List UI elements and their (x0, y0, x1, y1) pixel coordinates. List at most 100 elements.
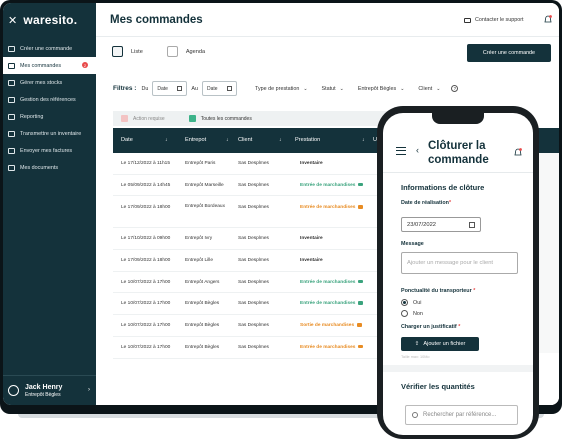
cell-warehouse-text: Entrepôt Ivry (185, 236, 213, 242)
cell-prestation: Entrée de marchandises (300, 301, 364, 306)
sidebar-item-inventory[interactable]: Transmettre un inventaire (3, 125, 96, 142)
reference-search-input[interactable]: Rechercher par référence... (405, 405, 518, 425)
filter-prestation-type[interactable]: Type de prestation ⌄ (255, 86, 308, 92)
menu-icon[interactable] (396, 147, 406, 155)
cell-client-text: Sas Desplmes (238, 182, 269, 188)
column-header-warehouse[interactable]: Entrepot (185, 137, 206, 143)
cell-prestation-text: Sortie de marchandises (300, 323, 355, 329)
cell-client: Sas Desplmes (238, 205, 269, 210)
cell-client: Sas Desplmes (238, 301, 269, 306)
cell-date-text: Le 17/12/2022 à 11h15 (121, 161, 170, 166)
cell-warehouse: Entrepôt Bègles (185, 323, 219, 328)
cell-date: Le 17/09/2022 à 18h00 (121, 258, 170, 263)
date-from-input[interactable]: Date (152, 81, 188, 96)
cell-date: Le 17/09/2022 à 18h00 (121, 205, 170, 210)
upload-icon (8, 130, 15, 137)
sidebar-item-create-order[interactable]: Créer une commande (3, 40, 96, 57)
truck-icon (358, 301, 364, 305)
radio-yes[interactable]: Oui (401, 299, 421, 306)
truck-icon (358, 205, 364, 209)
section-title-verify-quantities: Vérifier les quantités (401, 382, 475, 391)
cell-warehouse-text: Entrepôt Marseille (185, 182, 224, 188)
support-link[interactable]: Contacter le support (464, 17, 524, 23)
tab-action-required[interactable]: Action requise (121, 115, 165, 122)
sidebar-item-reporting[interactable]: Reporting (3, 108, 96, 125)
tag-icon (8, 96, 15, 103)
sidebar-item-my-orders[interactable]: Mes commandes 2 (3, 57, 96, 74)
table-row[interactable]: Le 17/12/2022 à 11h15 Entrepôt Paris Sas D… (113, 153, 413, 175)
cell-date: Le 10/07/2022 à 17h00 (121, 323, 170, 328)
cell-prestation: Inventaire (300, 236, 323, 241)
date-field-label: Date de réalisation* (401, 200, 452, 206)
view-agenda[interactable]: Agenda (166, 46, 205, 57)
section-title-closing-info: Informations de clôture (401, 183, 485, 192)
dropdown-label: Statut (321, 85, 336, 92)
truck-icon (358, 344, 364, 349)
tab-label: Toutes les commandes (200, 115, 252, 122)
table-row[interactable]: Le 10/07/2022 à 17h00 Entrepôt Angers Sas … (113, 272, 413, 294)
completion-date-input[interactable]: 23/07/2022 (401, 217, 481, 232)
dropdown-label: Client (418, 85, 433, 92)
close-icon[interactable]: ✕ (8, 14, 17, 27)
sidebar-item-invoices[interactable]: Envoyer mes factures (3, 142, 96, 159)
view-list[interactable]: Liste (112, 46, 143, 57)
cell-prestation: Entrée de marchandises (300, 344, 364, 350)
sidebar-item-references[interactable]: Gestion des références (3, 91, 96, 108)
cell-client-text: Sas Desplmes (238, 344, 269, 350)
table-row[interactable]: Le 17/09/2022 à 18h00 Entrepôt Bordeaux Sa… (113, 196, 413, 229)
back-icon[interactable]: ‹ (416, 145, 419, 155)
table-row[interactable]: Le 10/07/2022 à 17h00 Entrepôt Bègles Sas … (113, 337, 413, 359)
cell-prestation-text: Entrée de marchandises (300, 182, 356, 188)
sort-arrow-icon[interactable]: ↓ (226, 137, 229, 143)
tab-all-orders[interactable]: Toutes les commandes (188, 115, 252, 122)
sort-arrow-icon[interactable]: ↓ (362, 137, 365, 143)
sort-arrow-icon[interactable]: ↓ (279, 137, 282, 143)
bell-icon[interactable] (514, 148, 522, 157)
column-header-prestation[interactable]: Prestation (295, 137, 320, 143)
chevron-down-icon: ⌄ (436, 85, 441, 92)
cell-prestation: Entrée de marchandises (300, 182, 364, 188)
file-label-text: Charger un justificatif (401, 324, 457, 330)
table-row[interactable]: Le 17/09/2022 à 18h00 Entrepôt Lille Sas D… (113, 250, 413, 272)
create-order-button[interactable]: Créer une commande (467, 44, 551, 62)
sort-arrow-icon[interactable]: ↓ (165, 137, 168, 143)
cell-client: Sas Desplmes (238, 183, 269, 188)
calendar-icon (469, 221, 475, 228)
cell-client-text: Sas Desplmes (238, 236, 269, 242)
filter-warehouse[interactable]: Entrepôt Bègles ⌄ (358, 86, 405, 92)
order-tabs: Action requise Toutes les commandes (113, 111, 423, 126)
chat-icon (464, 17, 471, 23)
cell-prestation-text: Entrée de marchandises (300, 205, 356, 211)
table-row[interactable]: Le 10/07/2022 à 17h00 Entrepôt Bègles Sas … (113, 315, 413, 337)
upload-hint: Taille max: 10Mo (401, 355, 430, 359)
date-to-input[interactable]: Date (201, 81, 237, 96)
table-row[interactable]: Le 05/09/2022 à 14h45 Entrepôt Marseille S… (113, 175, 413, 197)
column-header-date[interactable]: Date (121, 137, 133, 143)
cell-prestation-text: Inventaire (300, 258, 323, 264)
date-value: 23/07/2022 (407, 221, 437, 228)
user-profile[interactable]: Jack Henry Entrepôt Bègles › (3, 375, 96, 405)
add-file-button[interactable]: ⇪ Ajouter un fichier (401, 337, 479, 351)
orders-table-body: Le 17/12/2022 à 11h15 Entrepôt Paris Sas D… (113, 153, 413, 359)
tab-label: Action requise (133, 115, 165, 122)
help-icon[interactable]: ? (451, 85, 459, 92)
filter-client[interactable]: Client ⌄ (418, 86, 440, 92)
sidebar-item-documents[interactable]: Mes documents (3, 159, 96, 176)
calendar-icon (226, 86, 232, 91)
cell-warehouse: Entrepôt Paris (185, 161, 215, 166)
dropdown-label: Entrepôt Bègles (357, 85, 397, 92)
radio-no[interactable]: Non (401, 310, 423, 317)
warning-icon (121, 115, 128, 122)
filter-status[interactable]: Statut ⌄ (322, 86, 344, 92)
bell-icon[interactable] (544, 15, 552, 24)
avatar (8, 385, 19, 396)
column-header-client[interactable]: Client (238, 137, 252, 143)
table-row[interactable]: Le 10/07/2022 à 17h00 Entrepôt Bègles Sas … (113, 293, 413, 316)
sidebar-item-stocks[interactable]: Gérer mes stocks (3, 74, 96, 91)
message-input[interactable]: Ajouter un message pour le client (401, 252, 518, 274)
phone-frame: ‹ Clôturer la commande Informations de c… (377, 106, 539, 439)
date-label-text: Date de réalisation (401, 200, 449, 206)
cell-date: Le 17/12/2022 à 11h15 (121, 161, 170, 166)
table-row[interactable]: Le 17/10/2022 à 09h00 Entrepôt Ivry Sas De… (113, 228, 413, 251)
sidebar-nav: Créer une commande Mes commandes 2 Gérer … (3, 40, 96, 176)
